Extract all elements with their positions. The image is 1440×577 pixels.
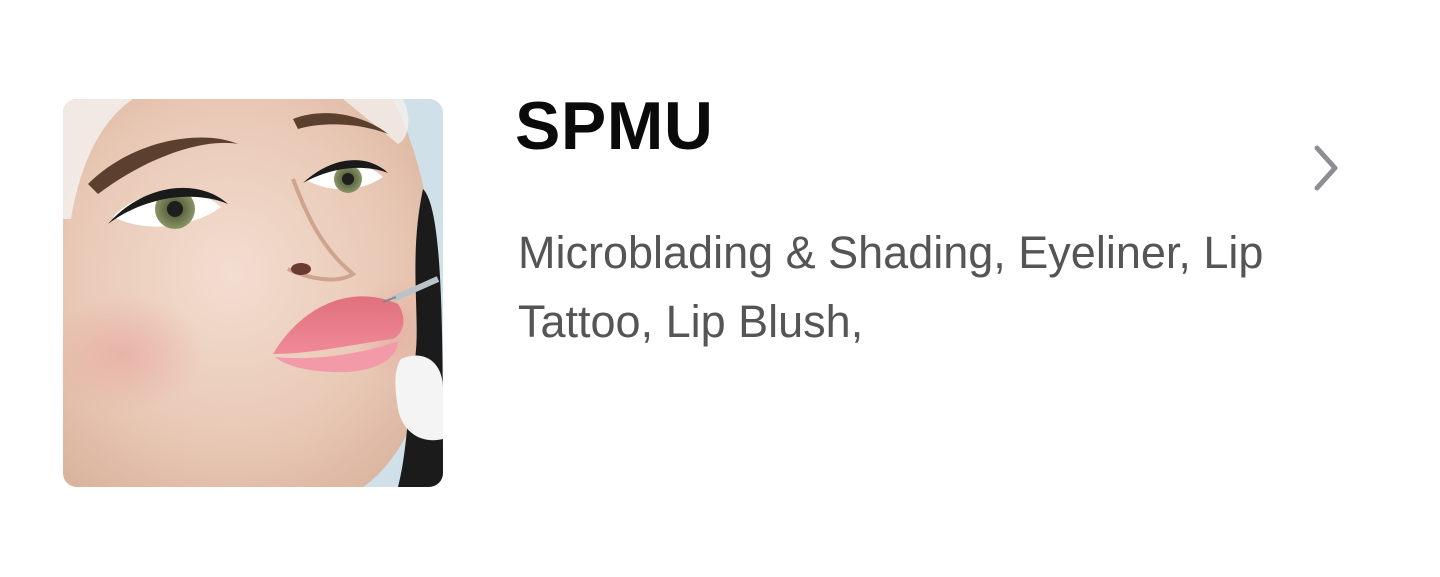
chevron-right-icon[interactable] <box>1306 142 1346 194</box>
service-photo-illustration <box>63 99 443 487</box>
service-thumbnail <box>63 99 443 487</box>
service-description: Microblading & Shading, Eyeliner, Lip Ta… <box>518 227 1264 347</box>
service-title: SPMU <box>515 88 714 164</box>
service-card[interactable]: SPMU Microblading & Shading, Eyeliner, L… <box>0 0 1440 577</box>
